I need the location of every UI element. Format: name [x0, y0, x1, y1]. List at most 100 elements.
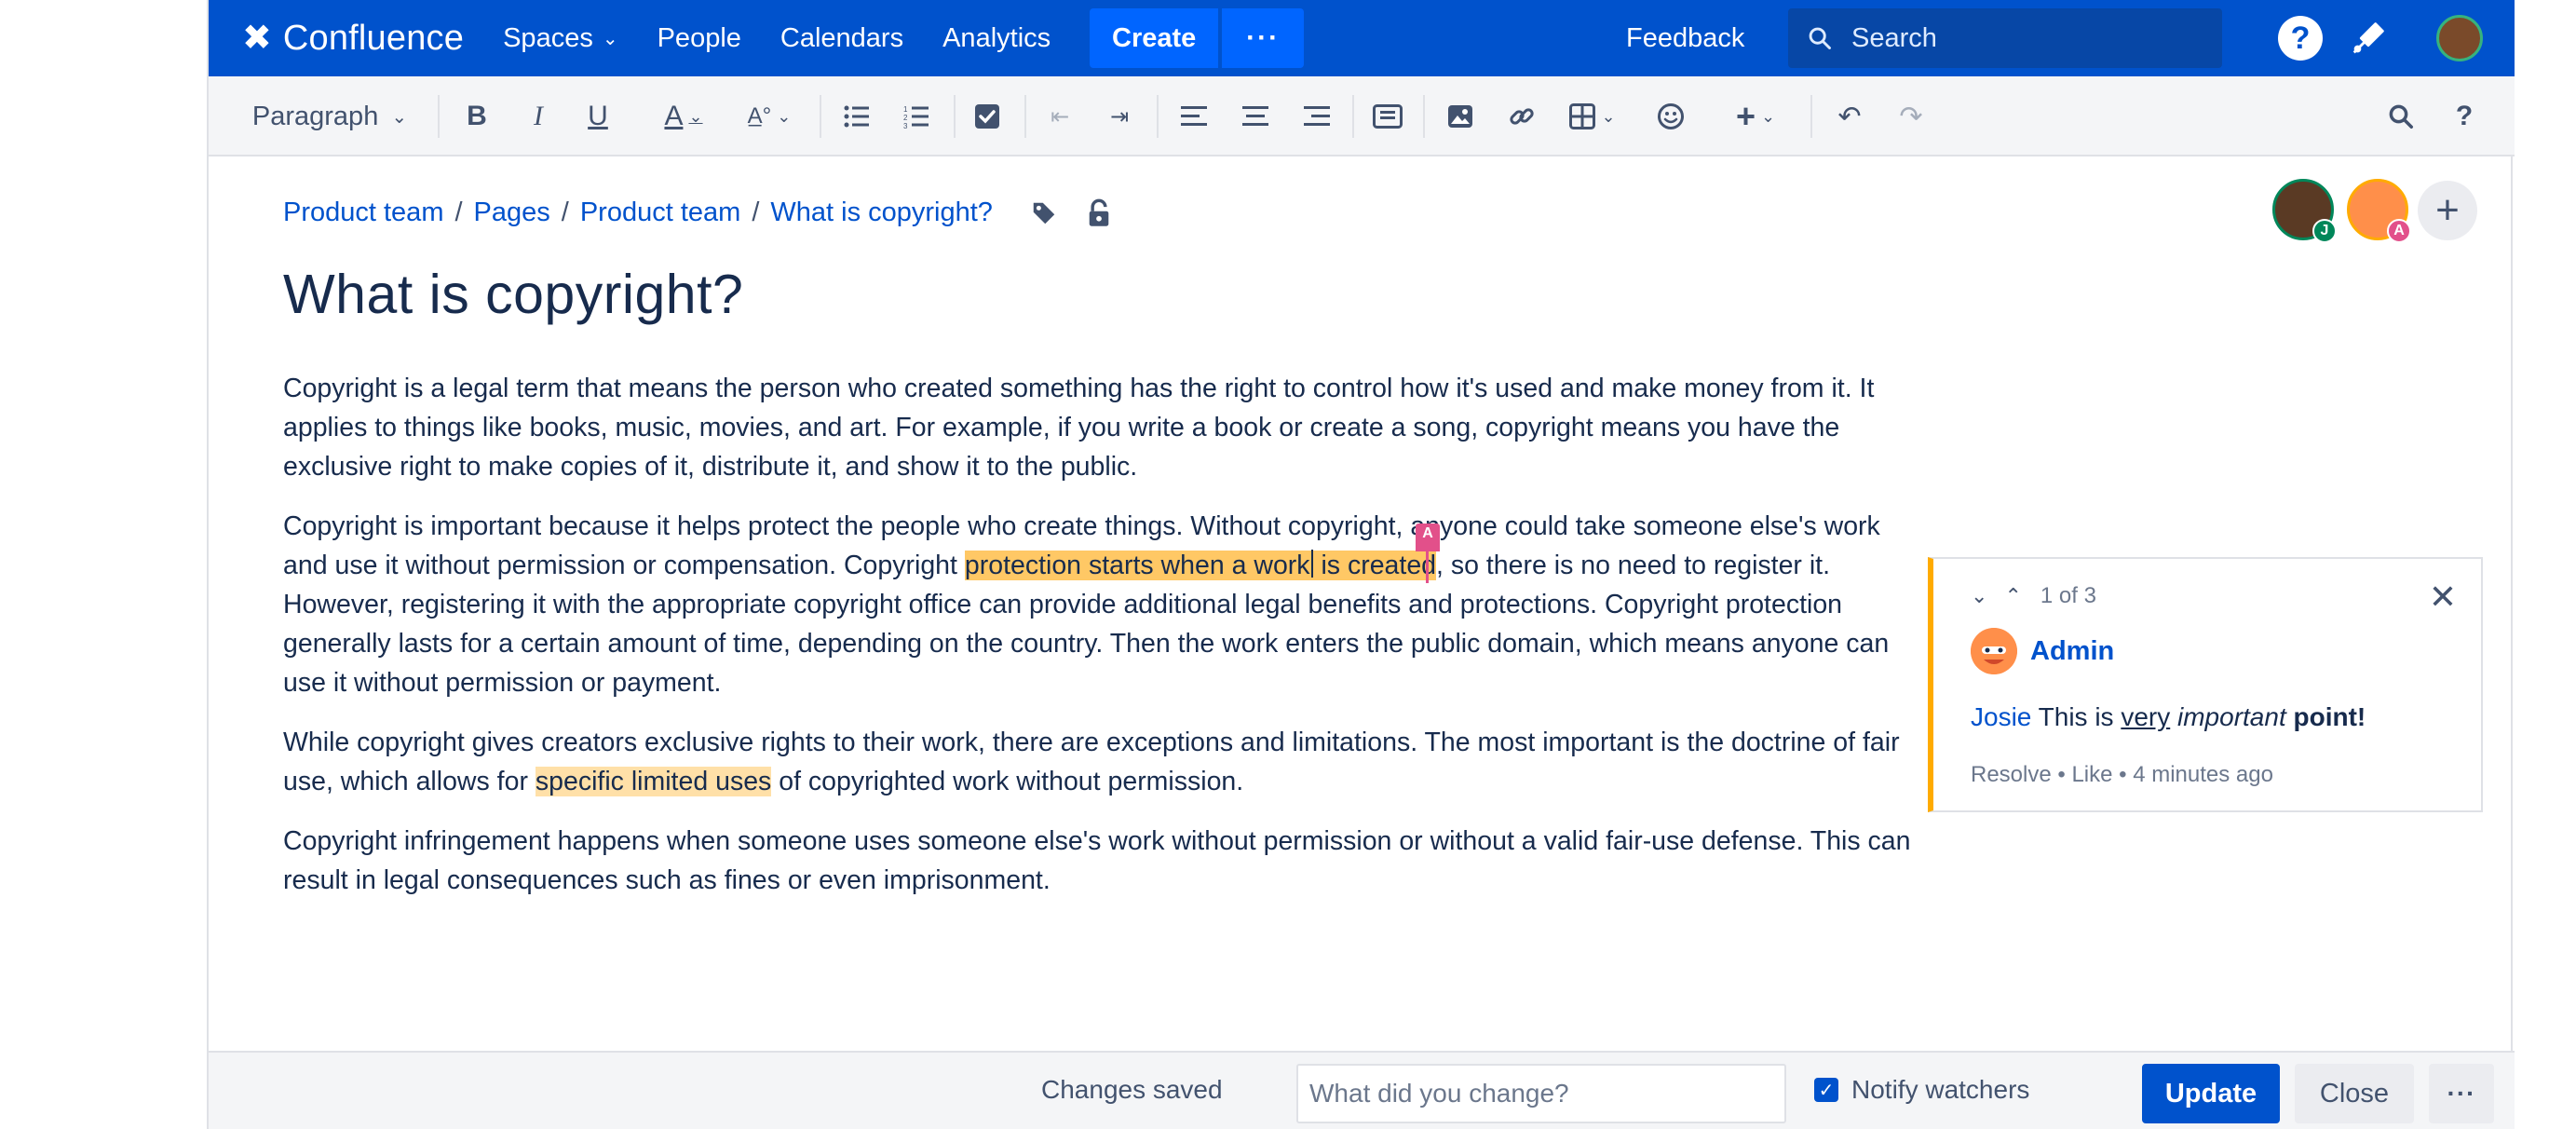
nav-people[interactable]: People [658, 23, 741, 54]
help-icon[interactable]: ? [2278, 16, 2323, 61]
redo-icon[interactable]: ↷ [1889, 76, 1933, 156]
inline-comment-highlight[interactable]: specific limited uses [535, 767, 772, 796]
breadcrumb-item[interactable]: Pages [474, 197, 550, 228]
highlight-text: protection starts when a work [964, 551, 1310, 580]
close-button[interactable]: Close [2295, 1064, 2414, 1123]
breadcrumb-item[interactable]: Product team [283, 197, 443, 228]
change-description-input[interactable] [1296, 1064, 1786, 1123]
toolbar-divider [1157, 95, 1159, 138]
save-status: Changes saved [1041, 1075, 1223, 1104]
breadcrumb-separator: / [454, 197, 463, 227]
chevron-down-icon: ⌄ [777, 106, 792, 126]
page-layout-icon[interactable] [1365, 76, 1410, 156]
collaborator-avatar[interactable]: J [2272, 179, 2337, 243]
avatar[interactable] [1971, 628, 2017, 674]
paragraph-style-select[interactable]: Paragraph ⌄ [246, 76, 414, 156]
editor-help-icon[interactable]: ? [2442, 76, 2487, 156]
emoji-icon[interactable] [1648, 76, 1693, 156]
text-color-button[interactable]: A ⌄ [654, 76, 713, 156]
feedback-link[interactable]: Feedback [1626, 23, 1744, 54]
editor-toolbar: Paragraph ⌄ B I U A ⌄ A̲° ⌄ 123 ⇤ ⇥ ⌄ + … [209, 76, 2515, 156]
add-collaborator-button[interactable]: + [2418, 181, 2477, 240]
paragraph-style-label: Paragraph [251, 101, 379, 131]
task-list-icon[interactable] [965, 76, 1010, 156]
user-mention[interactable]: Josie [1971, 702, 2031, 731]
nav-calendars[interactable]: Calendars [780, 23, 903, 54]
search-placeholder: Search [1851, 22, 1937, 53]
table-button[interactable]: ⌄ [1563, 76, 1622, 156]
comment-author-name[interactable]: Admin [2030, 636, 2114, 667]
notify-watchers-checkbox[interactable]: ✓ [1814, 1078, 1838, 1102]
align-left-icon[interactable] [1172, 76, 1216, 156]
user-avatar[interactable] [2436, 15, 2483, 61]
unlock-icon[interactable] [1086, 198, 1112, 228]
comment-body: Josie This is very important point! [1971, 702, 2366, 732]
underline-button[interactable]: U [576, 76, 620, 156]
table-icon [1569, 103, 1596, 129]
nav-analytics[interactable]: Analytics [942, 23, 1051, 54]
collaborator-badge: J [2312, 219, 2337, 243]
bullet-list-icon[interactable] [834, 76, 879, 156]
comment-text-bold: point! [2285, 702, 2366, 731]
page-title[interactable]: What is copyright? [283, 263, 743, 326]
outdent-icon[interactable]: ⇤ [1037, 76, 1082, 156]
search-box[interactable]: Search [1788, 8, 2222, 68]
create-more-button[interactable]: ··· [1222, 8, 1305, 68]
comment-actions[interactable]: Resolve • Like • 4 minutes ago [1971, 762, 2273, 788]
close-icon[interactable]: ✕ [2429, 578, 2457, 617]
image-icon[interactable] [1438, 76, 1483, 156]
comment-text-underlined: very [2121, 702, 2171, 731]
indent-icon[interactable]: ⇥ [1097, 76, 1142, 156]
next-comment-icon[interactable]: ⌄ [1971, 584, 1987, 608]
insert-more-button[interactable]: + ⌄ [1723, 76, 1788, 156]
create-button[interactable]: Create [1090, 8, 1219, 68]
previous-comment-icon[interactable]: ⌃ [2004, 584, 2021, 608]
paragraph: Copyright is a legal term that means the… [283, 374, 1875, 482]
collaborator-avatar[interactable]: A [2347, 179, 2411, 243]
link-icon[interactable] [1499, 76, 1544, 156]
toolbar-divider [1352, 95, 1354, 138]
breadcrumb-separator: / [561, 197, 569, 227]
chevron-down-icon: ⌄ [602, 28, 618, 49]
paragraph: While copyright gives creators exclusive… [283, 723, 1922, 801]
nav-spaces-label: Spaces [503, 22, 593, 53]
comment-text: This is [2031, 702, 2122, 731]
page-body[interactable]: Copyright is a legal term that means the… [283, 369, 1922, 920]
notifications-icon[interactable] [2347, 17, 2390, 64]
chevron-down-icon: ⌄ [1760, 106, 1776, 126]
highlight-text: is created [1313, 551, 1437, 580]
inline-comment-highlight[interactable]: protection starts when a work is created [964, 550, 1437, 580]
toolbar-divider [954, 95, 956, 138]
nav-spaces[interactable]: Spaces ⌄ [503, 23, 618, 54]
top-navigation: ✖ Confluence Spaces ⌄ People Calendars A… [209, 0, 2515, 76]
toolbar-divider [1024, 95, 1026, 138]
plus-icon: + [1735, 97, 1756, 135]
comment-navigation: ⌄ ⌃ 1 of 3 [1971, 583, 2096, 609]
more-actions-button[interactable]: ··· [2429, 1064, 2494, 1123]
notify-watchers-toggle[interactable]: ✓ Notify watchers [1814, 1075, 2029, 1105]
bold-button[interactable]: B [454, 76, 499, 156]
update-button[interactable]: Update [2142, 1064, 2280, 1123]
inline-comment-panel: ⌄ ⌃ 1 of 3 ✕ Admin Josie This is very im… [1928, 557, 2483, 812]
align-center-icon[interactable] [1233, 76, 1278, 156]
svg-text:2: 2 [903, 114, 908, 122]
chevron-down-icon: ⌄ [688, 106, 703, 126]
comment-counter: 1 of 3 [2040, 583, 2096, 608]
label-tag-icon[interactable] [1030, 199, 1058, 227]
breadcrumb-item[interactable]: Product team [580, 197, 740, 228]
breadcrumb-item[interactable]: What is copyright? [770, 197, 993, 228]
breadcrumb-separator: / [752, 197, 760, 227]
italic-button[interactable]: I [516, 76, 561, 156]
align-right-icon[interactable] [1295, 76, 1339, 156]
collaborator-cursor-flag: A [1416, 524, 1440, 551]
notify-watchers-label: Notify watchers [1851, 1075, 2030, 1104]
toolbar-divider [1810, 95, 1812, 138]
collaborator-badge: A [2387, 219, 2411, 243]
confluence-logo[interactable]: ✖ Confluence [242, 19, 464, 59]
undo-icon[interactable]: ↶ [1827, 76, 1872, 156]
chevron-down-icon: ⌄ [391, 106, 408, 128]
nav-people-label: People [657, 22, 741, 53]
find-replace-icon[interactable] [2379, 76, 2423, 156]
text-style-button[interactable]: A̲° ⌄ [739, 76, 799, 156]
numbered-list-icon[interactable]: 123 [894, 76, 939, 156]
